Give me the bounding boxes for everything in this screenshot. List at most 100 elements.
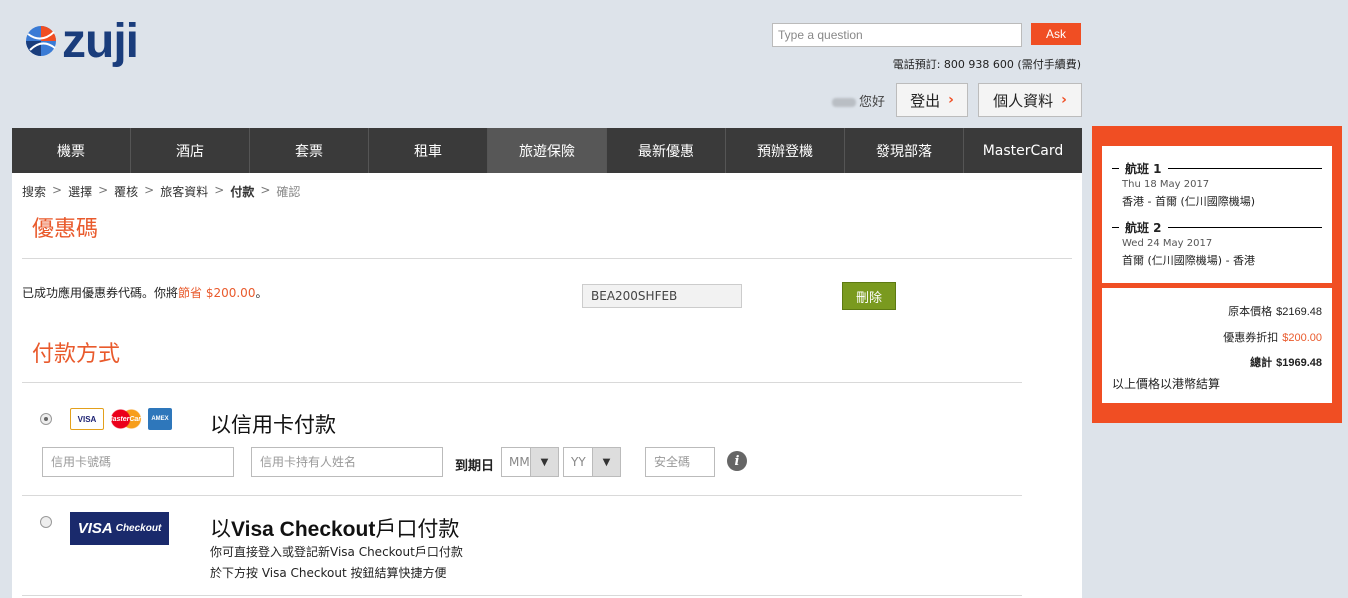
original-price-row: 原本價格 $2169.48 xyxy=(1228,303,1322,319)
breadcrumb-review[interactable]: 覆核 xyxy=(114,183,138,200)
greeting-text: 您好 xyxy=(859,95,886,110)
rule-line xyxy=(1167,168,1322,169)
question-search-input[interactable] xyxy=(772,23,1022,47)
promo-message-suffix: 。 xyxy=(255,286,268,300)
profile-label: 個人資料 xyxy=(993,91,1054,110)
original-price-label: 原本價格 xyxy=(1228,305,1273,318)
delete-promo-button[interactable]: 刪除 xyxy=(842,282,896,310)
nav-flights[interactable]: 機票 xyxy=(12,128,131,173)
price-summary-box: 原本價格 $2169.48 優惠券折扣 $200.00 總計 $1969.48 以上價… xyxy=(1102,288,1332,403)
divider xyxy=(22,495,1022,496)
promo-success-message: 已成功應用優惠券代碼。你將節省 $200.00。 xyxy=(22,284,267,301)
divider xyxy=(22,258,1072,259)
nav-packages[interactable]: 套票 xyxy=(250,128,369,173)
flight-2-date: Wed 24 May 2017 xyxy=(1122,238,1213,249)
amex-card-icon: AMEX xyxy=(148,408,172,430)
nav-mastercard[interactable]: MasterCard xyxy=(964,128,1082,173)
total-row: 總計 $1969.48 xyxy=(1250,354,1322,370)
flight-1-date: Thu 18 May 2017 xyxy=(1122,179,1210,190)
blurred-username xyxy=(832,98,856,107)
breadcrumb-separator: > xyxy=(98,183,109,197)
total-label: 總計 xyxy=(1250,356,1273,369)
chevron-down-icon: ▼ xyxy=(592,448,620,476)
breadcrumb-separator: > xyxy=(260,183,271,197)
currency-note: 以上價格以港幣結算 xyxy=(1112,377,1221,391)
visa-checkout-logo-visa: VISA xyxy=(77,520,113,537)
nav-discover-blog[interactable]: 發現部落 xyxy=(845,128,964,173)
visa-checkout-title-suffix: 戶口付款 xyxy=(375,517,460,541)
breadcrumb-traveller-info[interactable]: 旅客資料 xyxy=(160,183,208,200)
visa-checkout-desc-2: 於下方按 Visa Checkout 按鈕結算快捷方便 xyxy=(210,566,447,580)
nav-latest-deals[interactable]: 最新優惠 xyxy=(607,128,726,173)
divider xyxy=(22,595,1022,596)
nav-checkin[interactable]: 預辦登機 xyxy=(726,128,845,173)
divider xyxy=(22,382,1022,383)
globe-icon xyxy=(26,26,56,56)
mastercard-icon: MasterCard xyxy=(107,408,145,430)
breadcrumb: 搜索 > 選擇 > 覆核 > 旅客資料 > 付款 > 確認 xyxy=(22,183,300,200)
main-content: 搜索 > 選擇 > 覆核 > 旅客資料 > 付款 > 確認 優惠碼 已成功應用優… xyxy=(12,173,1082,598)
breadcrumb-separator: > xyxy=(214,183,225,197)
discount-label: 優惠券折扣 xyxy=(1223,331,1279,344)
breadcrumb-payment: 付款 xyxy=(230,185,255,199)
breadcrumb-search[interactable]: 搜索 xyxy=(22,183,46,200)
breadcrumb-separator: > xyxy=(144,183,155,197)
flight-1-label-text: 航班 1 xyxy=(1125,162,1162,176)
zuji-logo[interactable]: zuji xyxy=(24,15,154,82)
promo-title: 優惠碼 xyxy=(32,217,99,242)
nav-car-rental[interactable]: 租車 xyxy=(369,128,488,173)
logout-button[interactable]: 登出 › xyxy=(896,83,968,117)
breadcrumb-confirm: 確認 xyxy=(276,185,301,199)
visa-checkout-logo: VISA Checkout xyxy=(70,512,169,545)
total-amount: $1969.48 xyxy=(1276,357,1322,369)
flight-2-label: 航班 2 xyxy=(1112,219,1322,236)
chevron-right-icon: › xyxy=(948,92,954,108)
profile-button[interactable]: 個人資料 › xyxy=(978,83,1082,117)
booking-summary: 航班 1 Thu 18 May 2017 香港 - 首爾 (仁川國際機場) 航班… xyxy=(1092,126,1342,423)
info-icon[interactable]: i xyxy=(727,451,747,471)
breadcrumb-select[interactable]: 選擇 xyxy=(68,183,92,200)
visa-checkout-title: 以Visa Checkout戶口付款 xyxy=(210,513,459,543)
main-nav: 機票 酒店 套票 租車 旅遊保險 最新優惠 預辦登機 發現部落 MasterCa… xyxy=(12,128,1082,173)
expiry-month-select[interactable]: MM ▼ xyxy=(501,447,559,477)
chevron-down-icon: ▼ xyxy=(530,448,558,476)
discount-row: 優惠券折扣 $200.00 xyxy=(1223,329,1322,345)
breadcrumb-separator: > xyxy=(52,183,63,197)
logout-label: 登出 xyxy=(910,91,941,110)
rule-line xyxy=(1167,227,1322,228)
nav-hotels[interactable]: 酒店 xyxy=(131,128,250,173)
card-holder-name-input[interactable] xyxy=(251,447,443,477)
flight-summary-box: 航班 1 Thu 18 May 2017 香港 - 首爾 (仁川國際機場) 航班… xyxy=(1102,146,1332,283)
promo-saving-amount: 節省 $200.00 xyxy=(178,286,256,300)
original-price-amount: $2169.48 xyxy=(1276,306,1322,318)
promo-message-text: 已成功應用優惠券代碼。你將 xyxy=(22,286,179,300)
expiry-date-label: 到期日 xyxy=(455,459,495,474)
visa-checkout-desc-1: 你可直接登入或登記新Visa Checkout戶口付款 xyxy=(210,545,463,559)
chevron-right-icon: › xyxy=(1061,92,1067,108)
security-code-input[interactable] xyxy=(645,447,715,477)
user-greeting: 您好 xyxy=(832,91,885,110)
flight-1-route: 香港 - 首爾 (仁川國際機場) xyxy=(1122,195,1256,208)
visa-checkout-radio[interactable] xyxy=(40,516,52,528)
expiry-year-select[interactable]: YY ▼ xyxy=(563,447,621,477)
payment-method-title: 付款方式 xyxy=(32,342,121,367)
phone-booking-text: 電話預訂: 800 938 600 (需付手續費) xyxy=(892,58,1081,71)
flight-2-route: 首爾 (仁川國際機場) - 香港 xyxy=(1122,254,1256,267)
expiry-month-value: MM xyxy=(509,455,530,469)
dash-line xyxy=(1112,168,1119,169)
flight-2-label-text: 航班 2 xyxy=(1125,221,1162,235)
promo-code-field[interactable] xyxy=(582,284,742,308)
discount-amount: $200.00 xyxy=(1282,332,1322,344)
visa-checkout-title-prefix: 以 xyxy=(210,517,231,541)
visa-checkout-title-brand: Visa Checkout xyxy=(231,518,376,541)
ask-button[interactable]: Ask xyxy=(1031,23,1081,45)
visa-checkout-logo-checkout: Checkout xyxy=(115,523,162,534)
credit-card-title: 以信用卡付款 xyxy=(210,413,336,437)
credit-card-radio[interactable] xyxy=(40,413,52,425)
flight-1-label: 航班 1 xyxy=(1112,160,1322,177)
dash-line xyxy=(1112,227,1119,228)
card-number-input[interactable] xyxy=(42,447,234,477)
nav-travel-insurance[interactable]: 旅遊保險 xyxy=(488,128,607,173)
visa-card-icon: VISA xyxy=(70,408,104,430)
brand-name: zuji xyxy=(62,15,139,68)
